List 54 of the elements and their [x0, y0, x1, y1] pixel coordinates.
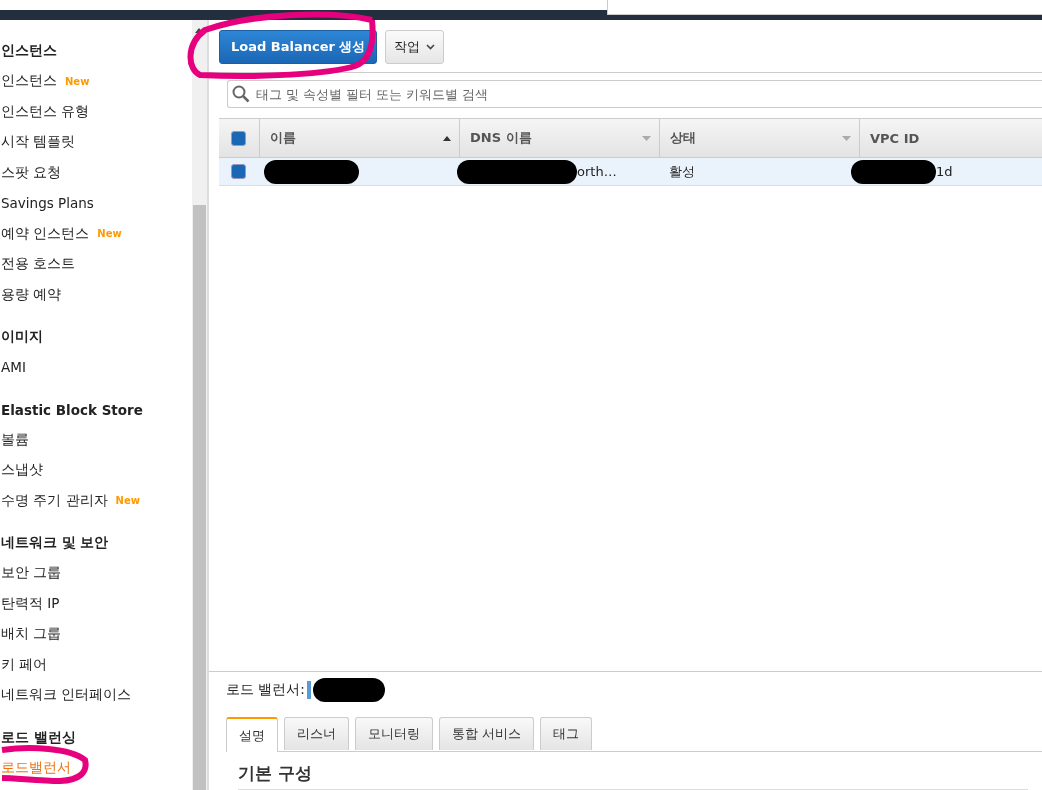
nav-item[interactable]: 전용 호스트	[1, 255, 76, 274]
nav-item[interactable]: Savings Plans	[1, 195, 94, 212]
nav-item[interactable]: 수명 주기 관리자	[1, 491, 108, 510]
detail-label: 로드 밸런서:	[226, 681, 305, 699]
tab[interactable]: 통합 서비스	[439, 717, 535, 750]
table-cell: 1d	[936, 164, 953, 179]
nav-item[interactable]: 예약 인스턴스	[1, 224, 90, 243]
table-cell: orth…	[577, 164, 617, 179]
nav-item[interactable]: 탄력적 IP	[1, 594, 60, 613]
section-heading: 기본 구성	[238, 762, 1028, 790]
row-checkbox[interactable]	[231, 164, 246, 179]
scroll-up-icon[interactable]	[195, 28, 203, 33]
nav-item[interactable]: 스냅샷	[1, 461, 43, 480]
nav-item[interactable]: 인스턴스 유형	[1, 102, 90, 121]
column-header[interactable]: 상태	[659, 119, 859, 157]
scrollbar[interactable]	[192, 20, 208, 790]
caret-down-icon	[842, 135, 851, 141]
column-header[interactable]: VPC ID	[859, 119, 1042, 157]
new-label: New	[97, 228, 122, 240]
nav-item[interactable]: AMI	[1, 359, 26, 376]
tab[interactable]: 태그	[540, 717, 593, 750]
column-header[interactable]: 이름	[259, 119, 459, 157]
search-field[interactable]	[607, 0, 1042, 15]
create-load-balancer-button[interactable]: Load Balancer 생성	[219, 30, 378, 64]
nav-heading: 이미지	[0, 327, 44, 346]
table-cell: 활성	[669, 162, 695, 181]
selection-marker	[306, 681, 311, 699]
nav-item[interactable]: 용량 예약	[1, 285, 62, 304]
nav-heading: 네트워크 및 보안	[0, 533, 110, 552]
nav-item[interactable]: 키 페어	[1, 655, 48, 674]
search-field[interactable]: 태그 및 속성별 필터 또는 키워드별 검색	[227, 80, 1042, 108]
tab[interactable]: 모니터링	[355, 717, 433, 750]
chevron-down-icon	[426, 44, 436, 50]
select-all-checkbox[interactable]	[231, 130, 246, 146]
table-row[interactable]: orth… 활성 1d	[219, 158, 1042, 186]
nav-item[interactable]: 보안 그룹	[1, 564, 62, 583]
nav-heading: Elastic Block Store	[0, 400, 144, 420]
new-label: New	[115, 495, 140, 507]
nav-item[interactable]: 볼륨	[1, 430, 29, 449]
nav-heading: 인스턴스	[0, 41, 58, 60]
column-header[interactable]: DNS 이름	[459, 119, 659, 157]
nav-item[interactable]: 스팟 요청	[1, 163, 62, 182]
nav-item[interactable]: 배치 그룹	[1, 625, 62, 644]
actions-button[interactable]: 작업	[385, 30, 445, 64]
nav-item[interactable]: 시작 템플릿	[1, 133, 76, 152]
tab[interactable]: 리스너	[284, 717, 349, 750]
sort-up-icon	[443, 135, 451, 141]
nav-heading: 로드 밸런싱	[0, 727, 77, 747]
nav-item[interactable]: 인스턴스	[1, 72, 57, 91]
caret-down-icon	[642, 135, 651, 141]
scroll-thumb[interactable]	[193, 205, 206, 790]
tab[interactable]: 설명	[226, 717, 278, 752]
new-label: New	[65, 75, 90, 87]
nav-item[interactable]: 네트워크 인터페이스	[1, 686, 132, 705]
